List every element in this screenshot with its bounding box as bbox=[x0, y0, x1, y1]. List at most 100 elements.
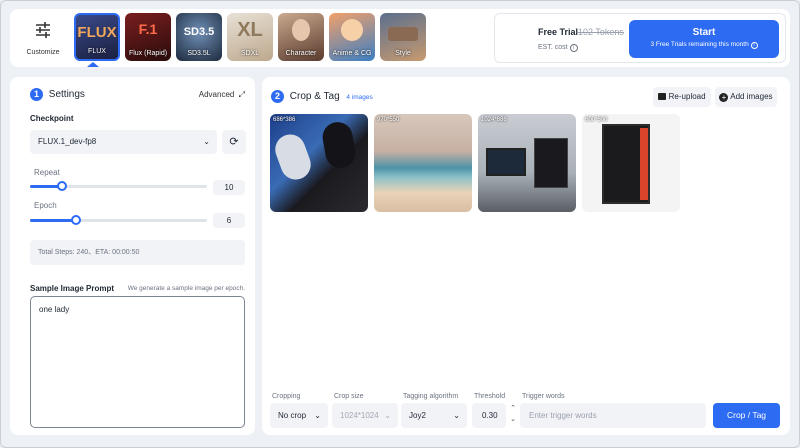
image-dimensions: 600*500 bbox=[585, 117, 608, 123]
trigger-placeholder: Enter trigger words bbox=[529, 411, 597, 420]
upload-icon bbox=[658, 93, 667, 100]
total-steps: Total Steps: 240、ETA: 00:00:50 bbox=[30, 240, 245, 265]
threshold-stepper[interactable]: ⌃ ⌄ bbox=[508, 403, 518, 428]
step-one-badge: 1 bbox=[30, 88, 43, 101]
reupload-button[interactable]: Re-upload bbox=[653, 87, 711, 107]
model-bar: Customize FLUX FLUX F.1 Flux (Rapid) SD3… bbox=[10, 9, 790, 67]
anime-art bbox=[341, 19, 363, 41]
start-sub: 3 Free Trials remaining this month i bbox=[629, 41, 779, 49]
cropping-select[interactable]: No crop ⌄ bbox=[270, 403, 328, 428]
add-images-button[interactable]: + Add images bbox=[715, 87, 777, 107]
prompt-value: one lady bbox=[39, 305, 70, 314]
chevron-down-icon: ⌄ bbox=[203, 137, 210, 146]
sliders-icon bbox=[36, 22, 50, 38]
model-character-label: Character bbox=[285, 50, 317, 57]
tagging-value: Joy2 bbox=[409, 411, 426, 420]
image-dimensions: 1024*686 bbox=[481, 117, 507, 123]
image-thumbnail[interactable]: 1024*686 bbox=[478, 114, 576, 212]
refresh-button[interactable]: ⟳ bbox=[222, 130, 246, 154]
model-anime-cg-label: Anime & CG bbox=[332, 50, 372, 57]
checkpoint-label: Checkpoint bbox=[30, 114, 74, 123]
chevron-down-icon[interactable]: ⌄ bbox=[508, 414, 518, 425]
chevron-up-icon[interactable]: ⌃ bbox=[508, 403, 518, 414]
model-anime-cg[interactable]: Anime & CG bbox=[329, 13, 375, 61]
model-sd35l-label: SD3.5L bbox=[187, 50, 211, 57]
cropping-value: No crop bbox=[278, 411, 307, 420]
sdxl-art: XL bbox=[237, 19, 263, 41]
crop-size-select: 1024*1024 ⌄ bbox=[332, 403, 398, 428]
free-trial-label: Free Trial bbox=[538, 27, 579, 37]
advanced-label: Advanced bbox=[198, 90, 235, 99]
repeat-slider[interactable] bbox=[30, 181, 207, 191]
epoch-slider[interactable] bbox=[30, 215, 207, 225]
epoch-label: Epoch bbox=[34, 201, 57, 210]
image-dimensions: 970*550 bbox=[377, 117, 400, 123]
repeat-label: Repeat bbox=[34, 168, 60, 177]
model-sdxl[interactable]: XL SDXL bbox=[227, 13, 273, 61]
old-price: 102 Tokens bbox=[578, 27, 624, 37]
repeat-slider-handle[interactable] bbox=[57, 181, 67, 191]
advanced-toggle[interactable]: Advanced ⤢ bbox=[199, 90, 245, 100]
add-images-label: Add images bbox=[730, 92, 773, 101]
model-sd35l[interactable]: SD3.5 SD3.5L bbox=[176, 13, 222, 61]
info-icon[interactable]: i bbox=[569, 44, 578, 52]
model-sdxl-label: SDXL bbox=[240, 50, 260, 57]
character-art bbox=[292, 19, 310, 41]
crop-tag-button[interactable]: Crop / Tag bbox=[713, 403, 780, 428]
plus-circle-icon: + bbox=[719, 93, 729, 102]
chevron-down-icon: ⌄ bbox=[453, 411, 460, 420]
trigger-label: Trigger words bbox=[522, 393, 565, 400]
start-button[interactable]: Start 3 Free Trials remaining this month… bbox=[629, 20, 779, 58]
chevron-down-icon: ⌄ bbox=[314, 411, 321, 420]
image-thumbnail[interactable]: 970*550 bbox=[374, 114, 472, 212]
epoch-value[interactable]: 6 bbox=[213, 213, 245, 228]
prompt-textarea[interactable]: one lady bbox=[30, 296, 245, 428]
tagging-label: Tagging algorithm bbox=[403, 393, 459, 400]
start-label: Start bbox=[692, 27, 716, 38]
customize-button[interactable]: Customize bbox=[20, 13, 66, 61]
tagging-select[interactable]: Joy2 ⌄ bbox=[401, 403, 467, 428]
selected-indicator bbox=[87, 62, 99, 67]
prompt-label: Sample Image Prompt bbox=[30, 284, 115, 293]
model-flux-rapid-label: Flux (Rapid) bbox=[128, 50, 168, 57]
start-info-icon[interactable]: i bbox=[750, 42, 758, 49]
flux-art: FLUX bbox=[77, 24, 117, 41]
trigger-input[interactable]: Enter trigger words bbox=[520, 403, 706, 428]
mouse-shape bbox=[271, 130, 315, 184]
checkpoint-value: FLUX.1_dev-fp8 bbox=[38, 137, 97, 146]
image-count: 4 images bbox=[346, 94, 373, 101]
est-cost-label: EST. cost bbox=[538, 44, 568, 51]
step-two-badge: 2 bbox=[271, 90, 284, 103]
model-style[interactable]: Style bbox=[380, 13, 426, 61]
image-thumbnail[interactable]: 686*386 bbox=[270, 114, 368, 212]
total-steps-text: Total Steps: 240、ETA: 00:00:50 bbox=[38, 249, 140, 256]
repeat-value[interactable]: 10 bbox=[213, 180, 245, 195]
image-thumbnail[interactable]: 600*500 bbox=[582, 114, 680, 212]
pc-accent-shape bbox=[640, 128, 648, 200]
epoch-slider-fill bbox=[30, 219, 76, 222]
checkpoint-select[interactable]: FLUX.1_dev-fp8 ⌄ bbox=[30, 130, 217, 154]
crop-header: 2 Crop & Tag 4 images bbox=[271, 90, 373, 103]
threshold-value: 0.30 bbox=[482, 411, 498, 420]
mouse-shape bbox=[320, 119, 358, 171]
model-character[interactable]: Character bbox=[278, 13, 324, 61]
reupload-label: Re-upload bbox=[668, 92, 706, 101]
model-flux-label: FLUX bbox=[88, 48, 106, 55]
free-trial-panel: Free Trial102 Tokens EST. cost i Start 3… bbox=[494, 13, 786, 63]
threshold-label: Threshold bbox=[474, 393, 506, 400]
customize-label: Customize bbox=[26, 49, 60, 56]
settings-header: 1 Settings bbox=[30, 88, 85, 101]
start-sub-text: 3 Free Trials remaining this month bbox=[650, 41, 749, 48]
model-flux[interactable]: FLUX FLUX bbox=[74, 13, 120, 61]
settings-panel: 1 Settings Advanced ⤢ Checkpoint FLUX.1_… bbox=[10, 77, 255, 435]
epoch-slider-handle[interactable] bbox=[71, 215, 81, 225]
monitor-shape bbox=[486, 148, 526, 176]
crop-tag-panel: 2 Crop & Tag 4 images Re-upload + Add im… bbox=[262, 77, 790, 435]
image-dimensions: 686*386 bbox=[273, 117, 296, 123]
model-flux-rapid[interactable]: F.1 Flux (Rapid) bbox=[125, 13, 171, 61]
crop-title: Crop & Tag bbox=[289, 91, 340, 102]
pc-case-shape bbox=[534, 138, 568, 188]
refresh-icon: ⟳ bbox=[229, 136, 239, 148]
expand-icon: ⤢ bbox=[238, 90, 245, 99]
threshold-input[interactable]: 0.30 bbox=[472, 403, 506, 428]
